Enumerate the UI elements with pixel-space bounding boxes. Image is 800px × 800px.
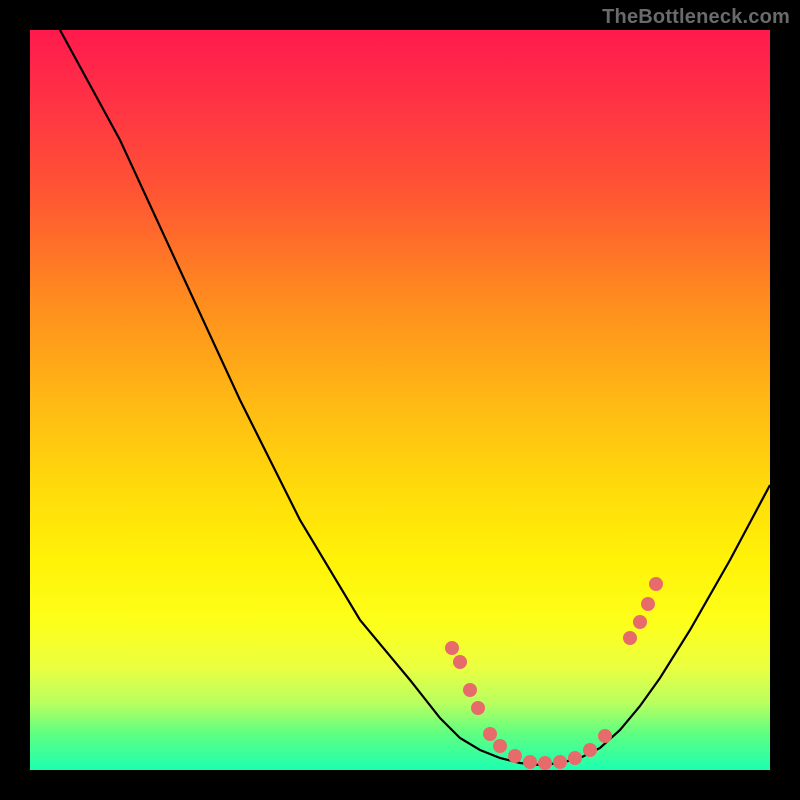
data-marker — [471, 701, 485, 715]
chart-svg — [30, 30, 770, 770]
data-marker — [553, 755, 567, 769]
data-marker — [538, 756, 552, 770]
data-marker — [649, 577, 663, 591]
data-marker — [598, 729, 612, 743]
data-marker — [641, 597, 655, 611]
data-marker — [508, 749, 522, 763]
chart-area — [30, 30, 770, 770]
watermark-text: TheBottleneck.com — [602, 6, 790, 29]
data-marker — [523, 755, 537, 769]
data-marker — [493, 739, 507, 753]
data-marker — [445, 641, 459, 655]
data-marker — [633, 615, 647, 629]
data-marker — [568, 751, 582, 765]
data-marker — [453, 655, 467, 669]
bottleneck-curve — [60, 30, 770, 765]
data-marker — [483, 727, 497, 741]
data-marker — [583, 743, 597, 757]
data-marker — [623, 631, 637, 645]
data-marker — [463, 683, 477, 697]
data-markers — [445, 577, 663, 770]
